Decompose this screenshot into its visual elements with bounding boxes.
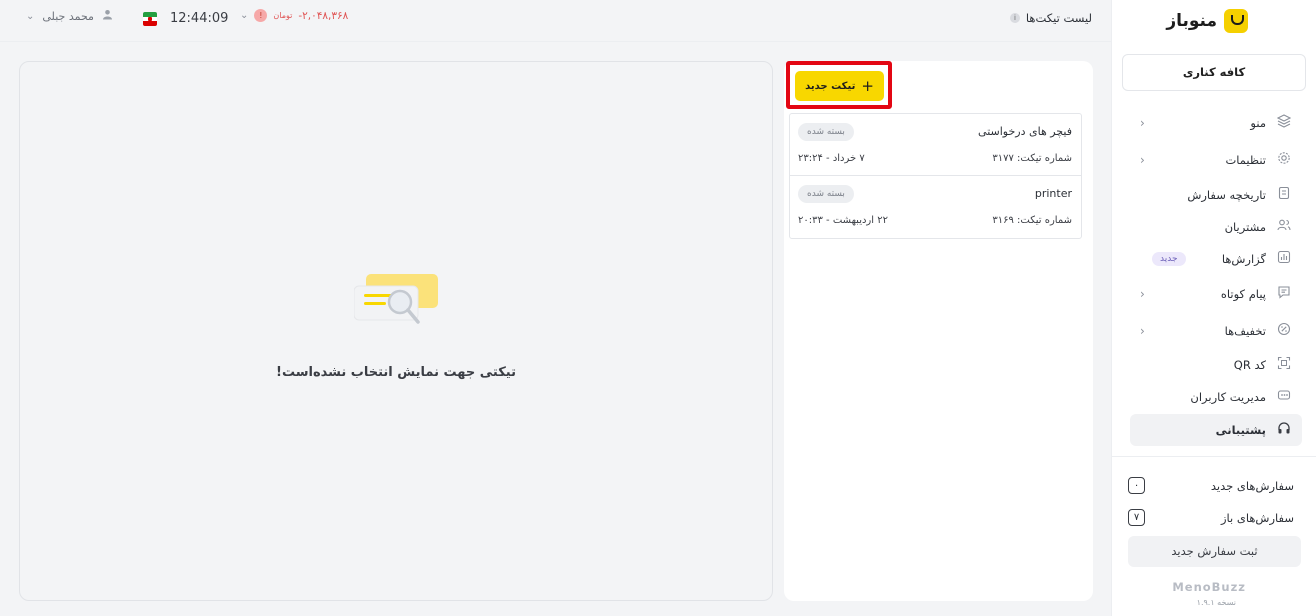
new-ticket-button[interactable]: + تیکت جدید [795,71,884,101]
open-orders-label: سفارش‌های باز [1220,510,1294,525]
brand-name: منوباز [1166,11,1217,31]
ticket-date: ۲۲ اردیبهشت - ۲۰:۳۳ [798,215,888,226]
discount-icon [1276,322,1292,340]
empty-state-message: تیکتی جهت نمایش انتخاب نشده‌است! [276,365,516,380]
info-icon[interactable]: i [1009,13,1020,23]
sidebar-item-label: مدیریت کاربران [1190,390,1266,404]
plus-icon: + [861,76,874,95]
sidebar-item-label: گزارش‌ها [1221,252,1266,266]
balance-amount: -۲,۰۴۸,۳۶۸ [298,9,349,22]
open-orders-count: ۷ [1128,509,1145,526]
balance-currency: تومان [273,11,293,20]
submit-new-order-button[interactable]: ثبت سفارش جدید [1128,536,1301,567]
sidebar-item-label: تخفیف‌ها [1224,324,1266,338]
page-title-text: لیست تیکت‌ها [1025,11,1092,25]
new-orders-count: ۰ [1128,477,1145,494]
sidebar-divider [1111,456,1316,457]
sidebar-item-label: تنظیمات [1225,153,1266,167]
sidebar-item-user-management[interactable]: مدیریت کاربران [1130,381,1302,413]
user-menu[interactable]: ⌄ محمد جبلی [26,9,113,23]
ticket-status-badge: بسته شده [798,185,854,203]
ticket-item[interactable]: printer بسته شده شماره تیکت: ۳۱۶۹ ۲۲ ارد… [790,176,1081,238]
brand-logo-icon [1224,9,1248,33]
sidebar-item-customers[interactable]: مشتریان [1130,211,1302,243]
sidebar-item-label: مشتریان [1224,220,1266,234]
headset-icon [1276,421,1292,439]
app-version: نسخه ۱.۹.۱ [1196,598,1236,607]
sidebar-item-label: تاریخچه سفارش [1187,188,1266,202]
new-ticket-label: تیکت جدید [805,80,856,92]
page-title: لیست تیکت‌ها i [1009,11,1092,25]
branch-selector[interactable]: کافه کناری [1122,54,1306,91]
chevron-left-icon: ‹ [1140,287,1145,301]
users-icon [1276,218,1292,236]
user-icon [102,9,113,23]
sidebar-item-support[interactable]: پشتیبانی [1130,414,1302,446]
iran-flag-icon[interactable] [143,12,157,26]
chart-icon [1276,250,1292,268]
topbar: لیست تیکت‌ها i ⌄ محمد جبلی 12:44:09 ⌄ ! … [0,0,1111,42]
ticket-number: شماره تیکت: ۳۱۷۷ [992,153,1072,164]
ticket-number: شماره تیکت: ۳۱۶۹ [992,215,1072,226]
sidebar-item-label: پشتیبانی [1215,423,1266,437]
sidebar-item-qr-code[interactable]: کد QR [1130,349,1302,381]
chevron-left-icon: ‹ [1140,153,1145,167]
sidebar-item-sms[interactable]: پیام کوتاه ‹ [1130,278,1302,310]
sidebar-item-order-history[interactable]: تاریخچه سفارش [1130,179,1302,211]
sidebar-item-label: کد QR [1233,358,1266,372]
sidebar-item-discounts[interactable]: تخفیف‌ها ‹ [1130,315,1302,347]
ticket-title: فیچر های درخواستی [978,125,1072,138]
sidebar-item-label: پیام کوتاه [1220,287,1266,301]
sidebar-item-reports[interactable]: گزارش‌ها جدید [1130,243,1302,275]
ticket-date: ۷ خرداد - ۲۳:۲۴ [798,153,865,164]
chevron-down-icon: ⌄ [240,10,249,21]
ticket-item[interactable]: فیچر های درخواستی بسته شده شماره تیکت: ۳… [790,114,1081,176]
balance-dropdown[interactable]: ⌄ ! تومان -۲,۰۴۸,۳۶۸ [240,9,348,22]
ticket-status-badge: بسته شده [798,123,854,141]
message-icon [1276,285,1292,303]
user-name: محمد جبلی [42,9,94,23]
qr-icon [1276,356,1292,374]
empty-state-illustration [353,274,440,338]
chevron-left-icon: ‹ [1140,324,1145,338]
chevron-left-icon: ‹ [1140,116,1145,130]
sidebar-item-label: منو [1250,116,1266,130]
footer-brand: MenoBuzz [1172,580,1246,594]
ticket-title: printer [1034,187,1072,200]
layers-icon [1276,114,1292,132]
open-orders-row[interactable]: سفارش‌های باز ۷ [1128,509,1294,526]
brand[interactable]: منوباز [1166,9,1248,33]
new-orders-row[interactable]: سفارش‌های جدید ۰ [1128,477,1294,494]
document-icon [1276,186,1292,204]
ticket-list: فیچر های درخواستی بسته شده شماره تیکت: ۳… [789,113,1082,239]
clock: 12:44:09 [170,11,229,26]
gear-icon [1276,151,1292,169]
sidebar: منوباز کافه کناری منو ‹ تنظیمات ‹ تاریخچ… [1111,0,1316,616]
alert-icon: ! [254,9,268,22]
chevron-down-icon: ⌄ [26,10,35,22]
new-orders-label: سفارش‌های جدید [1210,478,1294,493]
sidebar-menu: منو ‹ تنظیمات ‹ تاریخچه سفارش مشتریان گز… [1130,106,1302,446]
new-badge: جدید [1152,252,1186,266]
sidebar-item-settings[interactable]: تنظیمات ‹ [1130,144,1302,176]
user-management-icon [1276,388,1292,406]
sidebar-item-menu[interactable]: منو ‹ [1130,107,1302,139]
